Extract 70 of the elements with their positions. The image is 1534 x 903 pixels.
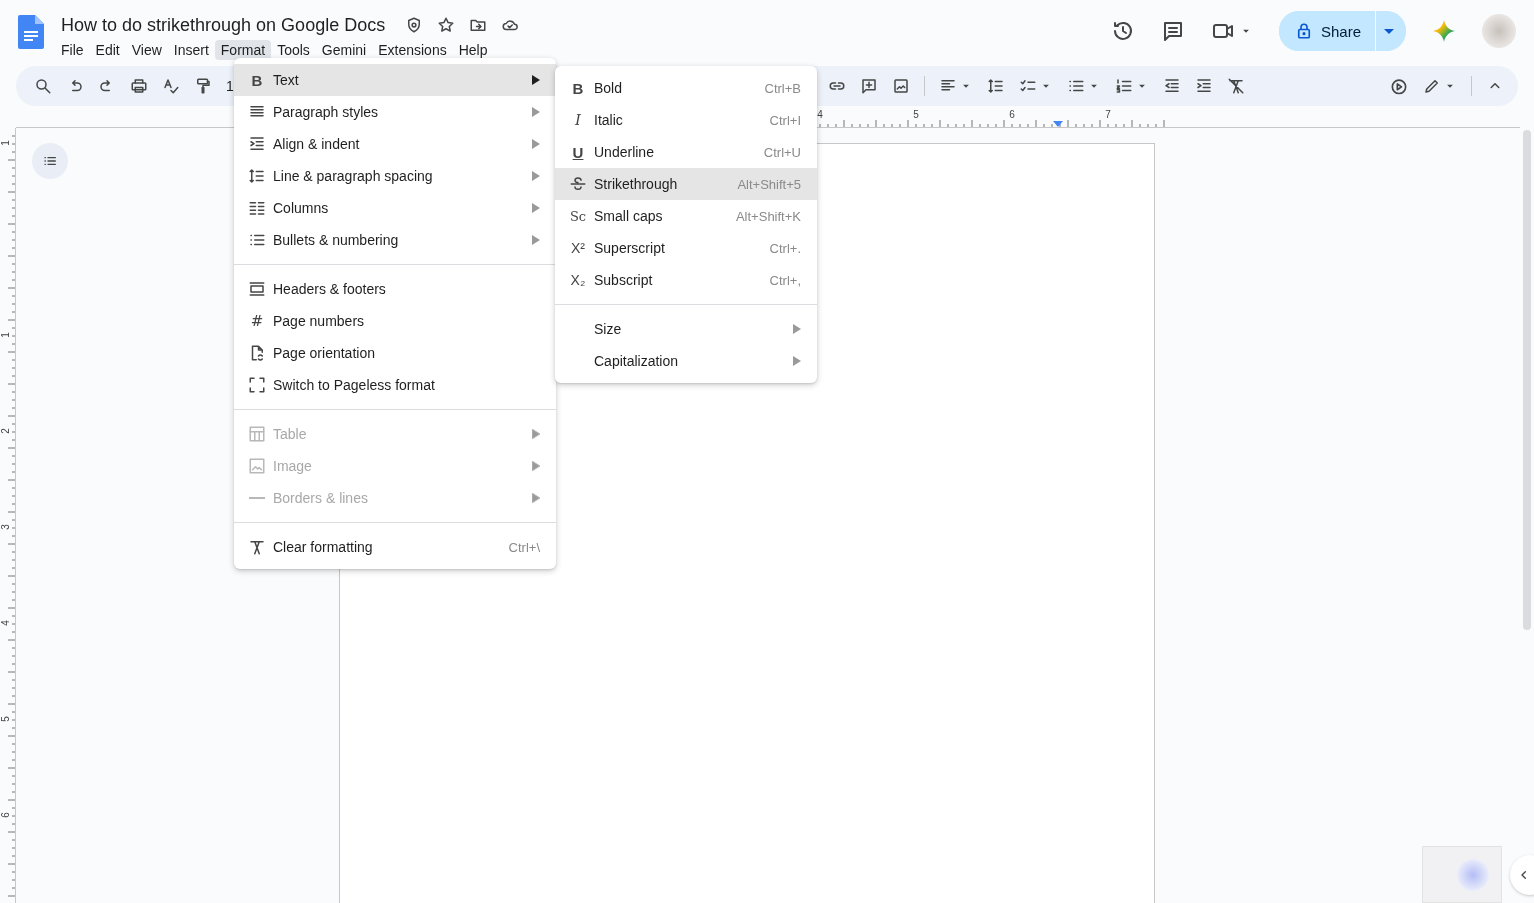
caret-icon xyxy=(1384,28,1394,34)
menu-item[interactable]: Format xyxy=(214,40,272,60)
search-icon[interactable] xyxy=(34,77,52,95)
clear-format-icon xyxy=(248,538,266,556)
menu-item[interactable]: Gemini xyxy=(315,40,373,60)
menu-option[interactable]: Sc Small caps Alt+Shift+K xyxy=(555,200,817,232)
zoom-field[interactable]: 1 xyxy=(226,78,234,94)
glyph-icon: X² xyxy=(571,241,585,255)
docs-logo-icon[interactable] xyxy=(18,15,44,49)
menu-option[interactable]: Capitalization xyxy=(555,345,817,377)
menu-item[interactable]: Edit xyxy=(89,40,126,60)
clear-format-icon[interactable] xyxy=(1226,77,1245,95)
menu-item[interactable]: File xyxy=(55,40,90,60)
menu-option[interactable]: Clear formatting Ctrl+\ xyxy=(234,531,556,563)
strikethrough-icon xyxy=(569,175,587,193)
menu-option[interactable]: B Bold Ctrl+B xyxy=(555,72,817,104)
dashed-frame-icon xyxy=(248,376,266,394)
glyph-icon: U xyxy=(572,144,584,160)
numbered-list-icon[interactable] xyxy=(1114,77,1133,95)
pencil-icon[interactable] xyxy=(1423,77,1441,95)
menu-option[interactable]: Bullets & numbering xyxy=(234,224,556,256)
glyph-icon: X₂ xyxy=(570,273,586,287)
vertical-ruler: 1 1 2 3 4 5 6 xyxy=(0,128,16,903)
menu-option[interactable]: U Underline Ctrl+U xyxy=(555,136,817,168)
glyph-icon: Sc xyxy=(569,209,587,223)
menu-option[interactable]: X₂ Subscript Ctrl+, xyxy=(555,264,817,296)
menu-item[interactable]: Insert xyxy=(167,40,215,60)
menu-item[interactable]: Extensions xyxy=(372,40,453,60)
menu-option[interactable]: # Page numbers xyxy=(234,305,556,337)
spellcheck-icon[interactable] xyxy=(162,77,180,95)
image-icon xyxy=(248,457,266,475)
menu-option[interactable]: Switch to Pageless format xyxy=(234,369,556,401)
menu-item[interactable]: View xyxy=(125,40,168,60)
print-icon[interactable] xyxy=(130,77,148,95)
glyph-icon: B xyxy=(251,72,263,88)
indent-icon xyxy=(248,135,266,153)
menu-option[interactable]: B Text xyxy=(234,64,556,96)
scrollbar[interactable] xyxy=(1523,130,1531,630)
outline-button[interactable] xyxy=(32,143,68,179)
menu-item[interactable]: Help xyxy=(452,40,494,60)
glyph-icon: B xyxy=(572,80,584,96)
header-footer-icon xyxy=(248,280,266,298)
menu-option[interactable]: Size xyxy=(555,313,817,345)
image-icon[interactable] xyxy=(891,77,910,95)
menu-option[interactable]: X² Superscript Ctrl+. xyxy=(555,232,817,264)
columns-icon xyxy=(248,199,266,217)
decrease-indent-icon[interactable] xyxy=(1162,77,1181,95)
horizontal-line-icon xyxy=(249,497,265,499)
paint-roller-icon[interactable] xyxy=(194,77,212,95)
table-icon xyxy=(248,425,266,443)
menu-option[interactable]: Headers & footers xyxy=(234,273,556,305)
menu-item[interactable]: Tools xyxy=(271,40,316,60)
menu-option[interactable]: Line & paragraph spacing xyxy=(234,160,556,192)
glyph-icon: # xyxy=(250,313,264,329)
menu-option[interactable]: Paragraph styles xyxy=(234,96,556,128)
menu-option[interactable]: Page orientation xyxy=(234,337,556,369)
increase-indent-icon[interactable] xyxy=(1194,77,1213,95)
menu-option[interactable]: Align & indent xyxy=(234,128,556,160)
star-icon[interactable] xyxy=(437,16,456,34)
add-comment-icon[interactable] xyxy=(859,77,878,95)
glyph-icon: I xyxy=(575,112,581,128)
menu-option[interactable]: Columns xyxy=(234,192,556,224)
share-button[interactable]: Share xyxy=(1278,11,1376,51)
document-title[interactable]: How to do strikethrough on Google Docs xyxy=(61,14,386,36)
play-sparkle-icon[interactable] xyxy=(1389,76,1409,96)
menu-option[interactable]: I Italic Ctrl+I xyxy=(555,104,817,136)
menu-option[interactable]: Strikethrough Alt+Shift+5 xyxy=(555,168,817,200)
sparkle-icon[interactable] xyxy=(1432,19,1456,43)
line-spacing-icon xyxy=(248,167,266,185)
line-spacing-icon[interactable] xyxy=(986,77,1005,95)
